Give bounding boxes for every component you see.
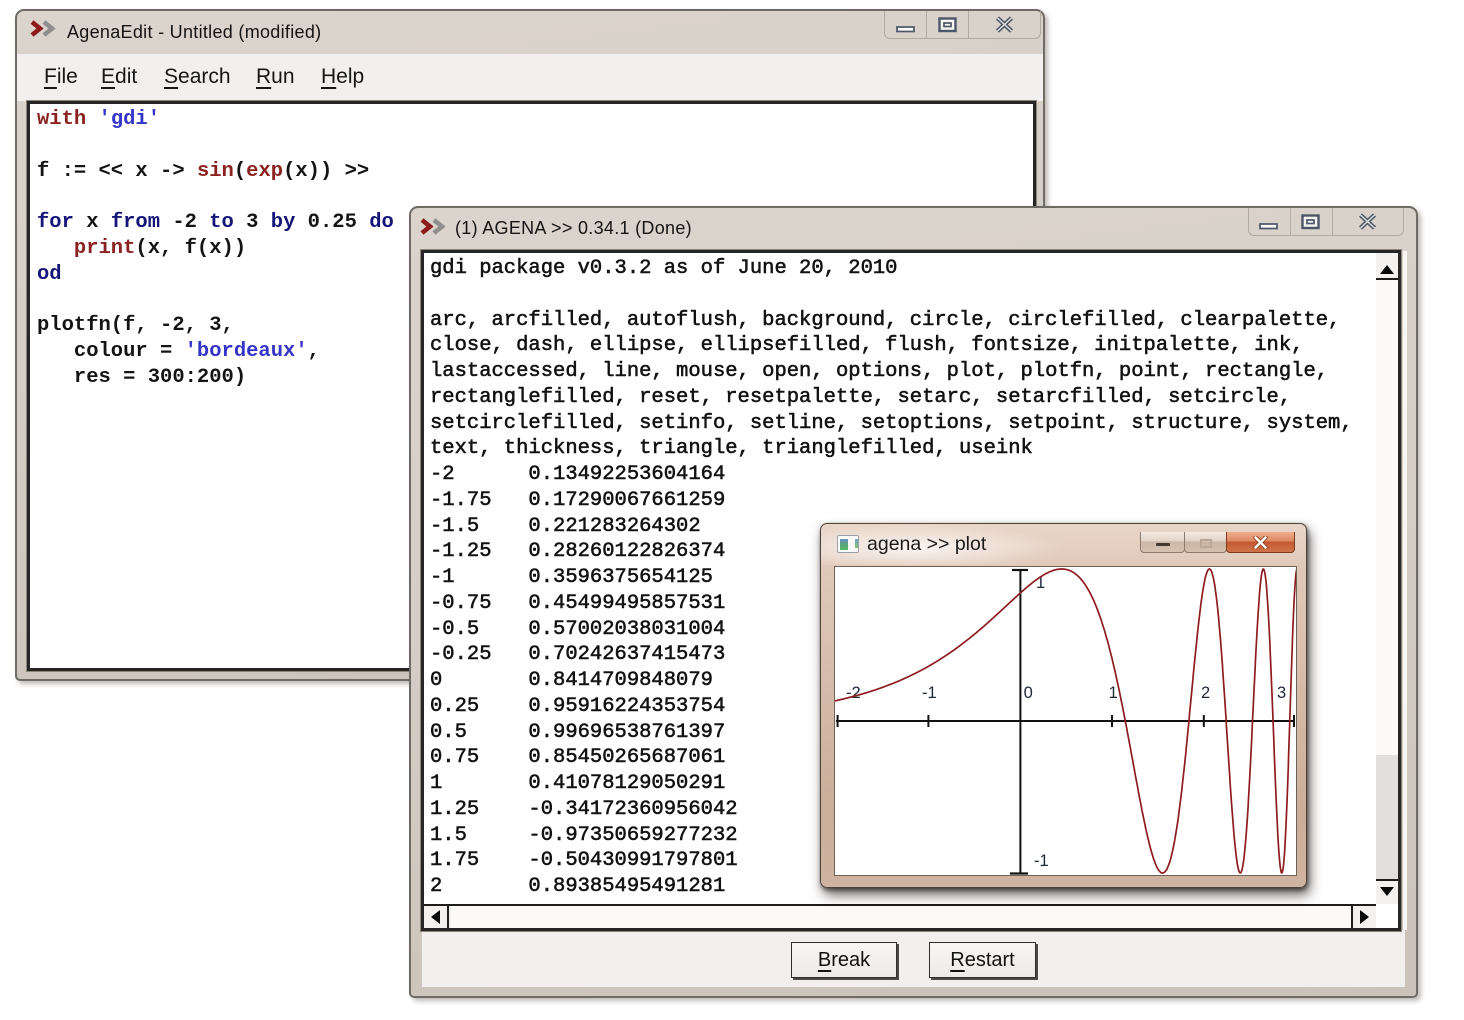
svg-text:-1: -1: [922, 684, 937, 702]
svg-text:3: 3: [1277, 684, 1286, 702]
svg-text:1: 1: [1109, 684, 1118, 702]
svg-text:0: 0: [1024, 684, 1033, 702]
svg-text:-1: -1: [1034, 852, 1049, 870]
svg-text:-2: -2: [846, 684, 861, 702]
svg-text:2: 2: [1201, 684, 1210, 702]
